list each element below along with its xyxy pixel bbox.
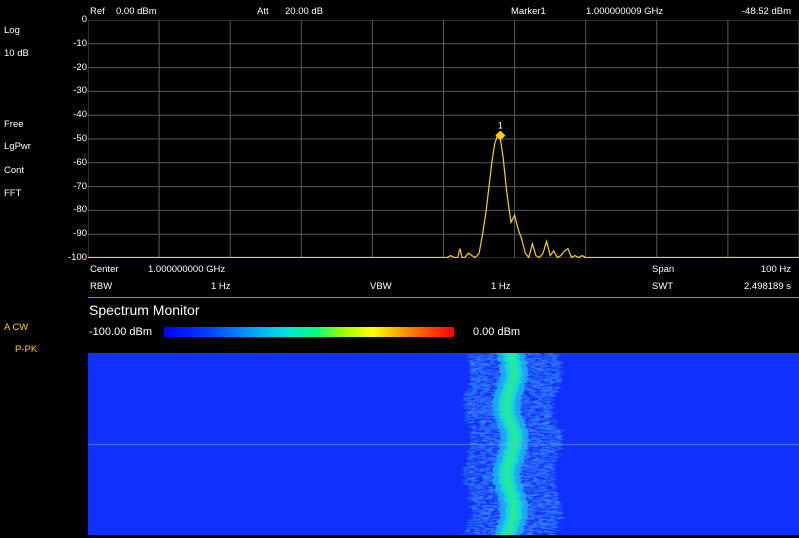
y-tick-label: -10: [73, 37, 87, 49]
trace-mode: A CW: [4, 322, 29, 333]
swt-value: 2.498189 s: [743, 281, 791, 292]
sweep-mode: Cont: [4, 165, 25, 176]
att-label: Att: [257, 6, 269, 17]
y-tick-label: -90: [73, 228, 87, 240]
colorbar: [164, 327, 454, 337]
scale-type: Log: [4, 25, 20, 36]
marker-frequency: 1.000000009 GHz: [586, 6, 664, 17]
center-label: Center: [90, 264, 119, 275]
fft-mode: FFT: [4, 188, 22, 199]
scale-division: 10 dB: [4, 48, 29, 59]
detector-mode: LgPwr: [4, 141, 31, 152]
monitor-title: Spectrum Monitor: [89, 302, 200, 318]
y-tick-label: 0: [81, 14, 87, 25]
trigger-mode: Free: [4, 119, 24, 130]
y-tick-label: -100: [67, 252, 87, 263]
plot-grid: [88, 20, 799, 258]
y-tick-label: -60: [73, 156, 87, 168]
ref-value: 0.00 dBm: [116, 6, 157, 17]
rbw-label: RBW: [90, 281, 113, 292]
span-value: 100 Hz: [760, 264, 791, 275]
att-value: 20.00 dB: [285, 6, 324, 17]
trace-detector: P-PK: [15, 344, 38, 355]
span-label: Span: [652, 264, 675, 275]
colorbar-min-label: -100.00 dBm: [89, 326, 152, 338]
y-tick-label: -70: [73, 180, 87, 192]
marker-level: -48.52 dBm: [741, 6, 791, 17]
swt-label: SWT: [652, 281, 674, 292]
colorbar-max-label: 0.00 dBm: [473, 326, 521, 338]
y-tick-label: -40: [73, 109, 87, 121]
y-tick-label: -30: [73, 85, 87, 97]
y-tick-label: -80: [73, 204, 87, 216]
center-value: 1.000000000 GHz: [148, 264, 226, 275]
marker-number: 1: [498, 120, 503, 130]
rbw-value: 1 Hz: [211, 281, 231, 292]
vbw-label: VBW: [370, 281, 392, 292]
waterfall-display[interactable]: [88, 353, 799, 535]
vbw-value: 1 Hz: [491, 281, 511, 292]
section-divider: [88, 297, 799, 298]
y-tick-label: -20: [73, 61, 87, 73]
spectrum-plot[interactable]: 1: [88, 20, 799, 258]
y-tick-label: -50: [73, 133, 87, 144]
marker-label: Marker1: [511, 6, 546, 17]
ref-label: Ref: [90, 6, 105, 17]
y-axis-labels: 0 -10 -20 -30 -40 -50 -60 -70 -80 -90 -100: [40, 0, 87, 270]
